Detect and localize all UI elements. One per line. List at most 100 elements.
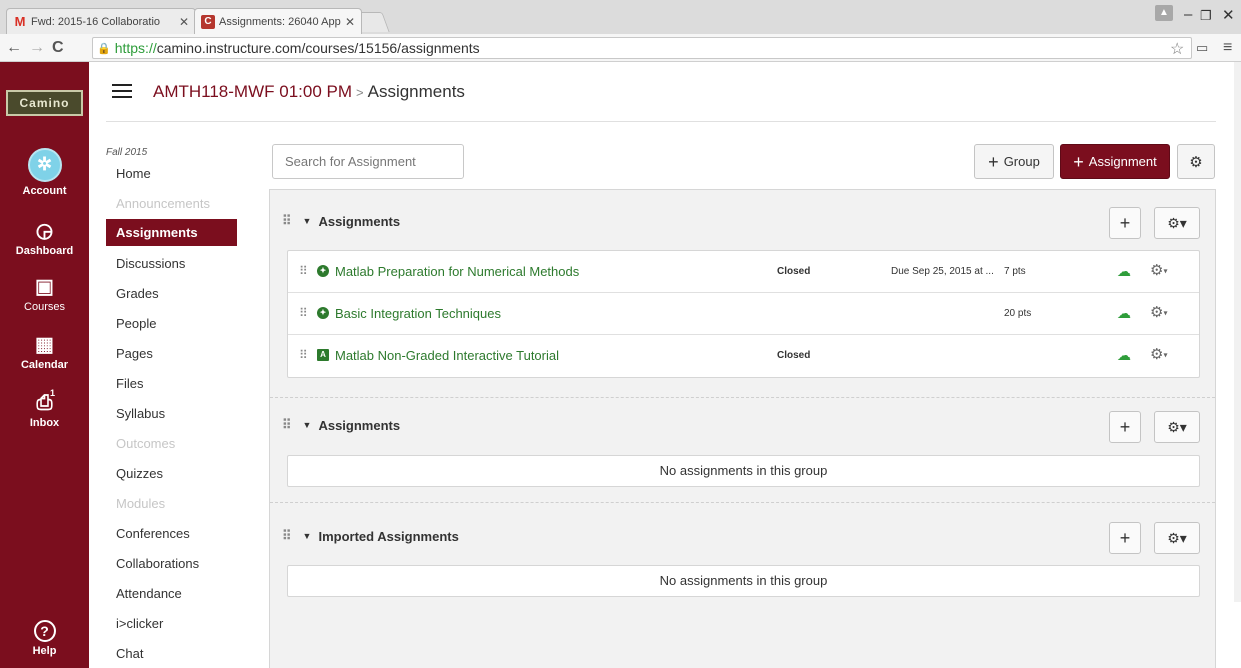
drag-handle-icon[interactable]: ⠿	[282, 417, 291, 433]
courses-icon: ▣	[35, 276, 54, 298]
gear-icon: ⚙	[1189, 153, 1203, 171]
header-divider	[106, 121, 1216, 122]
course-nav-quizzes[interactable]: Quizzes	[106, 460, 237, 487]
assignment-row[interactable]: ⠿ A Matlab Non-Graded Interactive Tutori…	[288, 335, 1199, 377]
global-nav: Camino Account ◶ Dashboard ▣ Courses ▦ C…	[0, 62, 89, 668]
published-cloud-icon[interactable]: ☁	[1117, 347, 1131, 364]
course-term: Fall 2015	[106, 147, 148, 158]
plus-icon: +	[988, 151, 999, 172]
assignment-group-header[interactable]: ⠿ ▼ Assignments	[282, 213, 400, 229]
close-icon[interactable]: ✕	[179, 15, 189, 29]
course-nav-files[interactable]: Files	[106, 370, 237, 397]
assignment-points: 20 pts	[1004, 308, 1032, 319]
assignment-title-link[interactable]: Basic Integration Techniques	[335, 306, 501, 321]
drag-handle-icon[interactable]: ⠿	[299, 348, 308, 362]
url-scheme: https://	[114, 40, 157, 56]
assignment-row[interactable]: ⠿ ✦ Basic Integration Techniques 20 pts …	[288, 293, 1199, 335]
course-nav-outcomes[interactable]: Outcomes	[106, 430, 237, 457]
assignment-group-title: Assignments	[318, 213, 401, 229]
course-nav-collaborations[interactable]: Collaborations	[106, 550, 237, 577]
gear-icon[interactable]: ⚙▾	[1150, 345, 1167, 363]
course-nav-syllabus[interactable]: Syllabus	[106, 400, 237, 427]
hamburger-menu-icon[interactable]	[112, 84, 132, 100]
course-nav-attendance[interactable]: Attendance	[106, 580, 237, 607]
camino-logo[interactable]: Camino	[6, 90, 83, 116]
add-assignment-to-group-button[interactable]: +	[1109, 411, 1141, 443]
assignment-group-header[interactable]: ⠿ ▼ Imported Assignments	[282, 528, 459, 544]
close-icon[interactable]: ✕	[345, 15, 355, 29]
profile-icon[interactable]: ▲	[1155, 5, 1173, 21]
course-nav-iclicker[interactable]: i>clicker	[106, 610, 237, 637]
inbox-icon: ⎙	[36, 392, 53, 414]
dashboard-icon: ◶	[35, 220, 54, 242]
course-nav-announcements[interactable]: Announcements	[106, 190, 237, 217]
global-nav-label: Calendar	[20, 359, 69, 371]
breadcrumb-separator: >	[356, 85, 364, 100]
browser-tab-assignments[interactable]: C Assignments: 26040 Appli ✕	[194, 8, 362, 34]
course-nav-assignments[interactable]: Assignments	[106, 219, 237, 246]
maximize-icon[interactable]: ❐	[1200, 8, 1212, 24]
cast-icon[interactable]: ▭	[1196, 40, 1208, 56]
help-icon: ?	[33, 620, 56, 642]
window-close-icon[interactable]: ✕	[1222, 6, 1235, 24]
assignment-title-link[interactable]: Matlab Non-Graded Interactive Tutorial	[335, 348, 559, 363]
avatar	[27, 148, 62, 182]
assignment-status: Closed	[777, 350, 811, 361]
group-settings-button[interactable]: ⚙▾	[1154, 207, 1200, 239]
settings-button[interactable]: ⚙	[1177, 144, 1215, 179]
course-nav-pages[interactable]: Pages	[106, 340, 237, 367]
global-nav-dashboard[interactable]: ◶ Dashboard	[0, 220, 89, 257]
drag-handle-icon[interactable]: ⠿	[299, 264, 308, 278]
drag-handle-icon[interactable]: ⠿	[299, 306, 308, 320]
course-nav-grades[interactable]: Grades	[106, 280, 237, 307]
course-nav-discussions[interactable]: Discussions	[106, 250, 237, 277]
forward-icon[interactable]: →	[29, 39, 45, 57]
drag-handle-icon[interactable]: ⠿	[282, 213, 291, 229]
course-nav-home[interactable]: Home	[106, 160, 237, 187]
global-nav-account[interactable]: Account	[0, 148, 89, 197]
caret-down-icon[interactable]: ▼	[303, 531, 312, 541]
drag-handle-icon[interactable]: ⠿	[282, 528, 291, 544]
course-nav-chat[interactable]: Chat	[106, 640, 237, 667]
published-cloud-icon[interactable]: ☁	[1117, 263, 1131, 280]
gear-icon[interactable]: ⚙▾	[1150, 303, 1167, 321]
browser-tab-label: Fwd: 2015-16 Collaboratio	[31, 15, 161, 28]
assignment-title-link[interactable]: Matlab Preparation for Numerical Methods	[335, 264, 579, 279]
minimize-icon[interactable]: –	[1184, 6, 1192, 23]
course-nav-conferences[interactable]: Conferences	[106, 520, 237, 547]
global-nav-calendar[interactable]: ▦ Calendar	[0, 334, 89, 371]
plus-icon: +	[1119, 417, 1131, 437]
add-assignment-button[interactable]: + Assignment	[1060, 144, 1170, 179]
course-nav-modules[interactable]: Modules	[106, 490, 237, 517]
star-icon[interactable]: ☆	[1170, 39, 1184, 59]
gear-icon[interactable]: ⚙▾	[1150, 261, 1167, 279]
search-input[interactable]	[272, 144, 464, 179]
caret-down-icon[interactable]: ▼	[303, 216, 312, 226]
global-nav-inbox[interactable]: ⎙ 1 Inbox	[0, 388, 89, 429]
published-cloud-icon[interactable]: ☁	[1117, 305, 1131, 322]
url-input[interactable]: 🔒 https://camino.instructure.com/courses…	[92, 37, 1192, 59]
gear-icon: ⚙▾	[1167, 419, 1187, 435]
reload-icon[interactable]: C	[52, 39, 64, 57]
global-nav-label: Help	[32, 645, 57, 657]
assignment-due-date: Due Sep 25, 2015 at ...	[891, 266, 994, 277]
assignment-row[interactable]: ⠿ ✦ Matlab Preparation for Numerical Met…	[288, 251, 1199, 293]
page-scrollbar[interactable]	[1234, 62, 1241, 602]
add-assignment-to-group-button[interactable]: +	[1109, 522, 1141, 554]
caret-down-icon[interactable]: ▼	[303, 420, 312, 430]
assignment-group-header[interactable]: ⠿ ▼ Assignments	[282, 417, 400, 433]
add-assignment-to-group-button[interactable]: +	[1109, 207, 1141, 239]
group-settings-button[interactable]: ⚙▾	[1154, 522, 1200, 554]
browser-tab-gmail[interactable]: M Fwd: 2015-16 Collaboratio ✕	[6, 8, 196, 34]
global-nav-help[interactable]: ? Help	[0, 620, 89, 657]
gear-icon: ⚙▾	[1167, 530, 1187, 546]
plus-icon: +	[1119, 528, 1131, 548]
global-nav-courses[interactable]: ▣ Courses	[0, 276, 89, 313]
group-settings-button[interactable]: ⚙▾	[1154, 411, 1200, 443]
assignment-list: ⠿ ✦ Matlab Preparation for Numerical Met…	[287, 250, 1200, 378]
add-group-button[interactable]: + Group	[974, 144, 1054, 179]
course-nav-people[interactable]: People	[106, 310, 237, 337]
menu-icon[interactable]: ≡	[1223, 39, 1232, 57]
back-icon[interactable]: ←	[6, 39, 22, 57]
breadcrumb-course-link[interactable]: AMTH118-MWF 01:00 PM	[153, 82, 352, 101]
